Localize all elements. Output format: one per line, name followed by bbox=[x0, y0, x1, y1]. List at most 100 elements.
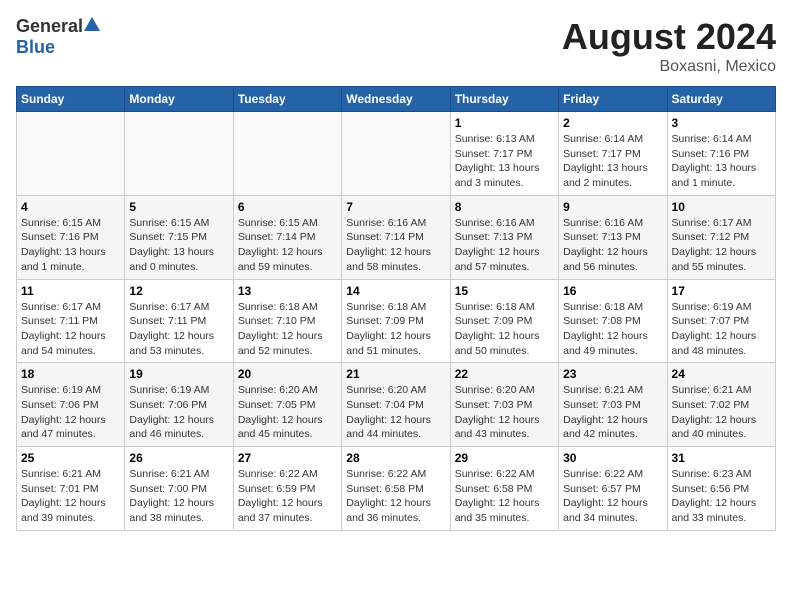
calendar-cell: 1 Sunrise: 6:13 AMSunset: 7:17 PMDaylight… bbox=[450, 112, 558, 196]
calendar-cell: 15 Sunrise: 6:18 AMSunset: 7:09 PMDayligh… bbox=[450, 279, 558, 363]
calendar-cell: 19Sunrise: 6:19 AMSunset: 7:06 PMDayligh… bbox=[125, 363, 233, 447]
calendar-cell: 24 Sunrise: 6:21 AMSunset: 7:02 PMDayligh… bbox=[667, 363, 775, 447]
col-tuesday: Tuesday bbox=[233, 87, 341, 112]
calendar-cell: 21Sunrise: 6:20 AMSunset: 7:04 PMDayligh… bbox=[342, 363, 450, 447]
day-info: Sunrise: 6:22 AMSunset: 6:58 PMDaylight:… bbox=[455, 467, 554, 526]
day-number: 7 bbox=[346, 200, 445, 214]
calendar-cell: 11Sunrise: 6:17 AMSunset: 7:11 PMDayligh… bbox=[17, 279, 125, 363]
calendar-week-5: 25 Sunrise: 6:21 AMSunset: 7:01 PMDayligh… bbox=[17, 447, 776, 531]
calendar-cell: 29Sunrise: 6:22 AMSunset: 6:58 PMDayligh… bbox=[450, 447, 558, 531]
col-friday: Friday bbox=[559, 87, 667, 112]
calendar-cell bbox=[17, 112, 125, 196]
calendar-cell: 16 Sunrise: 6:18 AMSunset: 7:08 PMDayligh… bbox=[559, 279, 667, 363]
calendar-cell: 6 Sunrise: 6:15 AMSunset: 7:14 PMDaylight… bbox=[233, 195, 341, 279]
day-number: 12 bbox=[129, 284, 228, 298]
calendar-cell: 26Sunrise: 6:21 AMSunset: 7:00 PMDayligh… bbox=[125, 447, 233, 531]
logo-blue: Blue bbox=[16, 37, 55, 57]
month-title: August 2024 Boxasni, Mexico bbox=[562, 16, 776, 76]
day-info: Sunrise: 6:15 AMSunset: 7:14 PMDaylight:… bbox=[238, 216, 337, 275]
day-number: 13 bbox=[238, 284, 337, 298]
calendar-table: Sunday Monday Tuesday Wednesday Thursday… bbox=[16, 86, 776, 531]
calendar-cell: 25 Sunrise: 6:21 AMSunset: 7:01 PMDayligh… bbox=[17, 447, 125, 531]
day-info: Sunrise: 6:16 AMSunset: 7:14 PMDaylight:… bbox=[346, 216, 445, 275]
day-number: 31 bbox=[672, 451, 771, 465]
calendar-body: 1 Sunrise: 6:13 AMSunset: 7:17 PMDaylight… bbox=[17, 112, 776, 531]
day-info: Sunrise: 6:22 AMSunset: 6:58 PMDaylight:… bbox=[346, 467, 445, 526]
col-wednesday: Wednesday bbox=[342, 87, 450, 112]
day-info: Sunrise: 6:21 AMSunset: 7:01 PMDaylight:… bbox=[21, 467, 120, 526]
calendar-cell bbox=[233, 112, 341, 196]
day-info: Sunrise: 6:16 AMSunset: 7:13 PMDaylight:… bbox=[563, 216, 662, 275]
day-number: 4 bbox=[21, 200, 120, 214]
day-info: Sunrise: 6:18 AMSunset: 7:09 PMDaylight:… bbox=[346, 300, 445, 359]
calendar-cell bbox=[125, 112, 233, 196]
calendar-cell: 7 Sunrise: 6:16 AMSunset: 7:14 PMDaylight… bbox=[342, 195, 450, 279]
calendar-cell: 17Sunrise: 6:19 AMSunset: 7:07 PMDayligh… bbox=[667, 279, 775, 363]
calendar-cell: 13 Sunrise: 6:18 AMSunset: 7:10 PMDayligh… bbox=[233, 279, 341, 363]
day-info: Sunrise: 6:17 AMSunset: 7:12 PMDaylight:… bbox=[672, 216, 771, 275]
day-info: Sunrise: 6:23 AMSunset: 6:56 PMDaylight:… bbox=[672, 467, 771, 526]
calendar-cell: 12 Sunrise: 6:17 AMSunset: 7:11 PMDayligh… bbox=[125, 279, 233, 363]
day-info: Sunrise: 6:18 AMSunset: 7:09 PMDaylight:… bbox=[455, 300, 554, 359]
day-number: 14 bbox=[346, 284, 445, 298]
calendar-cell: 8 Sunrise: 6:16 AMSunset: 7:13 PMDaylight… bbox=[450, 195, 558, 279]
day-number: 1 bbox=[455, 116, 554, 130]
day-info: Sunrise: 6:22 AMSunset: 6:57 PMDaylight:… bbox=[563, 467, 662, 526]
day-info: Sunrise: 6:21 AMSunset: 7:03 PMDaylight:… bbox=[563, 383, 662, 442]
col-thursday: Thursday bbox=[450, 87, 558, 112]
day-number: 2 bbox=[563, 116, 662, 130]
day-info: Sunrise: 6:19 AMSunset: 7:06 PMDaylight:… bbox=[21, 383, 120, 442]
day-info: Sunrise: 6:14 AMSunset: 7:17 PMDaylight:… bbox=[563, 132, 662, 191]
day-number: 18 bbox=[21, 367, 120, 381]
day-number: 8 bbox=[455, 200, 554, 214]
calendar-cell: 3 Sunrise: 6:14 AMSunset: 7:16 PMDaylight… bbox=[667, 112, 775, 196]
month-year: August 2024 bbox=[562, 16, 776, 58]
calendar-cell: 5 Sunrise: 6:15 AMSunset: 7:15 PMDaylight… bbox=[125, 195, 233, 279]
day-info: Sunrise: 6:13 AMSunset: 7:17 PMDaylight:… bbox=[455, 132, 554, 191]
col-monday: Monday bbox=[125, 87, 233, 112]
day-number: 25 bbox=[21, 451, 120, 465]
col-sunday: Sunday bbox=[17, 87, 125, 112]
logo-general: General bbox=[16, 16, 83, 37]
location: Boxasni, Mexico bbox=[562, 58, 776, 76]
day-number: 30 bbox=[563, 451, 662, 465]
weekday-row: Sunday Monday Tuesday Wednesday Thursday… bbox=[17, 87, 776, 112]
calendar-cell: 30 Sunrise: 6:22 AMSunset: 6:57 PMDayligh… bbox=[559, 447, 667, 531]
day-info: Sunrise: 6:17 AMSunset: 7:11 PMDaylight:… bbox=[129, 300, 228, 359]
day-number: 9 bbox=[563, 200, 662, 214]
calendar-cell: 9 Sunrise: 6:16 AMSunset: 7:13 PMDaylight… bbox=[559, 195, 667, 279]
day-number: 28 bbox=[346, 451, 445, 465]
day-info: Sunrise: 6:16 AMSunset: 7:13 PMDaylight:… bbox=[455, 216, 554, 275]
day-info: Sunrise: 6:22 AMSunset: 6:59 PMDaylight:… bbox=[238, 467, 337, 526]
calendar-cell: 28 Sunrise: 6:22 AMSunset: 6:58 PMDayligh… bbox=[342, 447, 450, 531]
day-info: Sunrise: 6:17 AMSunset: 7:11 PMDaylight:… bbox=[21, 300, 120, 359]
day-info: Sunrise: 6:15 AMSunset: 7:16 PMDaylight:… bbox=[21, 216, 120, 275]
day-number: 5 bbox=[129, 200, 228, 214]
calendar-cell: 20Sunrise: 6:20 AMSunset: 7:05 PMDayligh… bbox=[233, 363, 341, 447]
day-number: 16 bbox=[563, 284, 662, 298]
day-info: Sunrise: 6:19 AMSunset: 7:07 PMDaylight:… bbox=[672, 300, 771, 359]
day-number: 15 bbox=[455, 284, 554, 298]
day-number: 24 bbox=[672, 367, 771, 381]
calendar-week-3: 11Sunrise: 6:17 AMSunset: 7:11 PMDayligh… bbox=[17, 279, 776, 363]
calendar-cell: 31 Sunrise: 6:23 AMSunset: 6:56 PMDayligh… bbox=[667, 447, 775, 531]
day-info: Sunrise: 6:20 AMSunset: 7:04 PMDaylight:… bbox=[346, 383, 445, 442]
calendar-cell: 23Sunrise: 6:21 AMSunset: 7:03 PMDayligh… bbox=[559, 363, 667, 447]
day-number: 22 bbox=[455, 367, 554, 381]
day-number: 3 bbox=[672, 116, 771, 130]
calendar-cell bbox=[342, 112, 450, 196]
day-info: Sunrise: 6:20 AMSunset: 7:05 PMDaylight:… bbox=[238, 383, 337, 442]
calendar-week-4: 18 Sunrise: 6:19 AMSunset: 7:06 PMDayligh… bbox=[17, 363, 776, 447]
page-header: General Blue August 2024 Boxasni, Mexico bbox=[16, 16, 776, 76]
calendar-cell: 14 Sunrise: 6:18 AMSunset: 7:09 PMDayligh… bbox=[342, 279, 450, 363]
day-info: Sunrise: 6:15 AMSunset: 7:15 PMDaylight:… bbox=[129, 216, 228, 275]
day-info: Sunrise: 6:21 AMSunset: 7:02 PMDaylight:… bbox=[672, 383, 771, 442]
day-info: Sunrise: 6:18 AMSunset: 7:08 PMDaylight:… bbox=[563, 300, 662, 359]
day-info: Sunrise: 6:20 AMSunset: 7:03 PMDaylight:… bbox=[455, 383, 554, 442]
day-info: Sunrise: 6:18 AMSunset: 7:10 PMDaylight:… bbox=[238, 300, 337, 359]
day-number: 10 bbox=[672, 200, 771, 214]
calendar-cell: 27Sunrise: 6:22 AMSunset: 6:59 PMDayligh… bbox=[233, 447, 341, 531]
day-number: 6 bbox=[238, 200, 337, 214]
day-info: Sunrise: 6:14 AMSunset: 7:16 PMDaylight:… bbox=[672, 132, 771, 191]
calendar-cell: 18 Sunrise: 6:19 AMSunset: 7:06 PMDayligh… bbox=[17, 363, 125, 447]
